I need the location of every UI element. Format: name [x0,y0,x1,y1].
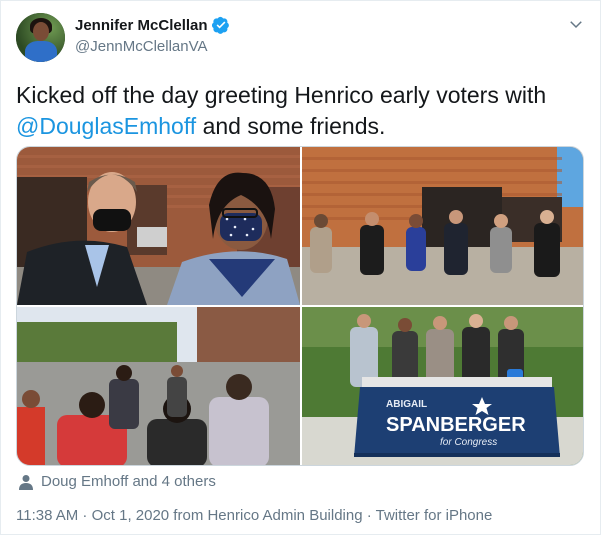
sign-line-3: for Congress [440,437,497,448]
photo-4-image: ABIGAIL SPANBERGER for Congress [302,307,583,465]
media-grid: ABIGAIL SPANBERGER for Congress [16,146,584,466]
tagged-people-text[interactable]: Doug Emhoff and 4 others [41,473,216,490]
person-icon [19,474,33,490]
tweet-card: Jennifer McClellan @JennMcClellanVA Kick… [0,0,601,535]
chevron-down-icon[interactable] [567,15,585,33]
author-name-row[interactable]: Jennifer McClellan [75,16,230,34]
photo-2-image [302,147,583,305]
tagged-people[interactable]: Doug Emhoff and 4 others [19,473,216,490]
photo-3-image [17,307,300,465]
photo-2[interactable] [302,147,583,305]
photo-1[interactable] [17,147,300,305]
tweet-metadata[interactable]: 11:38 AM · Oct 1, 2020 from Henrico Admi… [16,507,492,524]
sign-line-2: SPANBERGER [386,414,526,436]
photo-3[interactable] [17,307,300,465]
author-avatar[interactable] [16,13,65,62]
mention-link[interactable]: @DouglasEmhoff [16,113,196,139]
sign-line-1: ABIGAIL [386,399,427,410]
photo-4[interactable]: ABIGAIL SPANBERGER for Congress [302,307,583,465]
author-name[interactable]: Jennifer McClellan [75,17,208,34]
tweet-text-end: and some friends. [196,113,386,139]
tweet-text-start: Kicked off the day greeting Henrico earl… [16,82,547,108]
verified-badge-icon [211,16,229,34]
photo-1-image [17,147,300,305]
tweet-text: Kicked off the day greeting Henrico earl… [16,80,586,142]
author-handle[interactable]: @JennMcClellanVA [75,38,208,55]
